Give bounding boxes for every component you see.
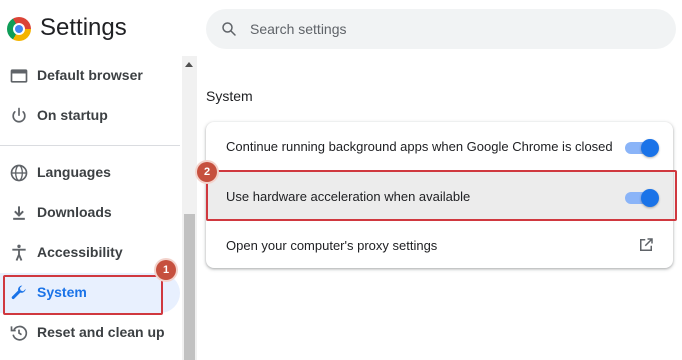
sidebar-item-label: Languages [37, 164, 111, 180]
scroll-up-arrow-icon[interactable] [185, 62, 193, 67]
search-input[interactable] [250, 9, 660, 49]
sidebar-item-languages[interactable]: Languages [0, 153, 180, 193]
sidebar: Default browser On startup Languages Dow [0, 56, 182, 360]
sidebar-item-accessibility[interactable]: Accessibility [0, 233, 180, 273]
system-settings-card: Continue running background apps when Go… [206, 122, 673, 268]
main-content: System Continue running background apps … [197, 56, 682, 360]
step-badge-2: 2 [197, 162, 217, 182]
setting-row-background-apps[interactable]: Continue running background apps when Go… [206, 122, 673, 171]
sidebar-item-label: Downloads [37, 204, 112, 220]
settings-window: Settings Default browser On startup [0, 0, 682, 360]
section-title: System [206, 88, 253, 104]
setting-row-proxy[interactable]: Open your computer's proxy settings [206, 220, 673, 269]
external-link-icon[interactable] [637, 236, 655, 254]
sidebar-item-reset[interactable]: Reset and clean up [0, 313, 180, 353]
setting-label: Continue running background apps when Go… [226, 139, 613, 154]
background-apps-toggle[interactable] [625, 139, 659, 157]
search-icon [222, 22, 236, 36]
reset-icon [10, 325, 28, 341]
sidebar-item-label: Accessibility [37, 244, 123, 260]
app-title: Settings [40, 14, 127, 41]
power-icon [12, 107, 26, 123]
step-badge-1: 1 [156, 260, 176, 280]
sidebar-item-on-startup[interactable]: On startup [0, 96, 180, 136]
sidebar-item-default-browser[interactable]: Default browser [0, 56, 180, 96]
setting-label: Open your computer's proxy settings [226, 238, 438, 253]
sidebar-item-label: Default browser [37, 67, 143, 83]
sidebar-item-label: Reset and clean up [37, 324, 165, 340]
sidebar-item-system[interactable]: System [0, 273, 180, 313]
toggle-knob [641, 189, 659, 207]
hardware-acceleration-toggle[interactable] [625, 189, 659, 207]
sidebar-divider [0, 145, 180, 146]
search-bar[interactable] [206, 9, 676, 49]
scroll-thumb[interactable] [184, 214, 195, 360]
setting-label: Use hardware acceleration when available [226, 189, 471, 204]
wrench-icon [11, 285, 26, 300]
sidebar-item-downloads[interactable]: Downloads [0, 193, 180, 233]
sidebar-scrollbar[interactable] [182, 56, 197, 360]
accessibility-icon [12, 244, 26, 261]
chrome-logo-icon [7, 17, 31, 41]
sidebar-item-label: On startup [37, 107, 108, 123]
setting-row-hardware-acceleration[interactable]: Use hardware acceleration when available [206, 171, 673, 220]
globe-icon [10, 164, 28, 182]
header: Settings [0, 0, 682, 56]
sidebar-item-label: System [37, 284, 87, 300]
download-icon [13, 206, 25, 220]
browser-window-icon [10, 69, 28, 83]
toggle-knob [641, 139, 659, 157]
